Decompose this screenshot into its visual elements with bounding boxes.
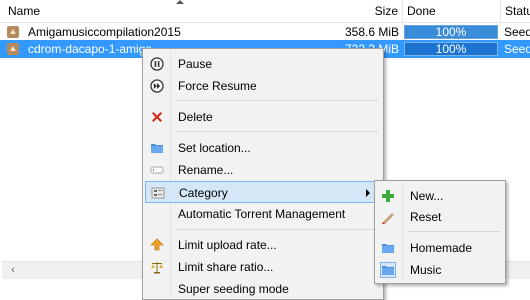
progress-bar: 100% [404, 42, 498, 56]
column-header-size[interactable]: Size [340, 0, 403, 22]
submenu-item-homemade[interactable]: Homemade [377, 237, 503, 259]
table-row[interactable]: Amigamusiccompilation2015 358.6 MiB 100%… [0, 23, 530, 41]
menu-separator [176, 100, 378, 101]
submenu-item-label: Reset [410, 210, 442, 224]
torrent-status: Seeding [504, 42, 530, 56]
menu-item-delete[interactable]: Delete [145, 106, 381, 128]
pause-icon [150, 57, 164, 71]
context-menu: Pause Force Resume Delete Set location..… [142, 48, 384, 300]
menu-item-label: Limit share ratio... [178, 260, 274, 274]
submenu-item-reset[interactable]: Reset [377, 206, 503, 228]
menu-item-auto-torrent-management[interactable]: Automatic Torrent Management [145, 203, 381, 225]
delete-icon [152, 112, 162, 122]
menu-separator [408, 231, 500, 232]
scroll-left-icon[interactable]: ‹ [6, 262, 20, 279]
table-header: Name Size Done Status [0, 0, 530, 23]
torrent-status: Seeding [504, 25, 530, 39]
submenu-arrow-icon [366, 189, 370, 197]
column-header-status[interactable]: Status [501, 0, 530, 22]
submenu-item-music[interactable]: Music [377, 259, 503, 281]
upload-limit-icon [150, 238, 164, 251]
reset-icon [382, 213, 394, 224]
force-resume-icon [150, 79, 164, 93]
menu-item-category[interactable]: Category [145, 181, 381, 203]
menu-item-pause[interactable]: Pause [145, 53, 381, 75]
menu-item-set-location[interactable]: Set location... [145, 137, 381, 159]
category-submenu: New... Reset Homemade Music [374, 180, 506, 284]
submenu-item-label: Music [410, 263, 442, 277]
ratio-limit-icon [151, 262, 163, 274]
menu-item-force-resume[interactable]: Force Resume [145, 75, 381, 97]
menu-item-label: Limit upload rate... [178, 238, 277, 252]
menu-item-label: Set location... [178, 141, 251, 155]
menu-item-limit-share-ratio[interactable]: Limit share ratio... [145, 256, 381, 278]
sort-ascending-icon [176, 0, 184, 4]
submenu-item-label: Homemade [410, 241, 473, 255]
seeding-icon [7, 43, 19, 55]
menu-separator [176, 131, 378, 132]
folder-icon [151, 144, 163, 153]
submenu-item-label: New... [410, 189, 444, 203]
folder-icon [380, 262, 396, 278]
menu-item-limit-upload-rate[interactable]: Limit upload rate... [145, 234, 381, 256]
folder-icon [382, 244, 394, 253]
column-header-done[interactable]: Done [403, 0, 501, 22]
menu-item-label: Force Resume [178, 79, 257, 93]
menu-item-rename[interactable]: Rename... [145, 159, 381, 181]
menu-separator [176, 229, 378, 230]
menu-item-label: Super seeding mode [178, 282, 289, 296]
menu-item-label: Rename... [178, 163, 234, 177]
menu-item-label: Automatic Torrent Management [178, 207, 346, 221]
torrent-size: 358.6 MiB [344, 25, 399, 39]
menu-item-label: Delete [178, 110, 213, 124]
category-icon [151, 187, 165, 199]
progress-bar: 100% [404, 25, 498, 39]
submenu-item-new[interactable]: New... [377, 185, 503, 207]
add-icon [382, 190, 394, 202]
torrent-name: Amigamusiccompilation2015 [28, 25, 181, 39]
rename-icon [150, 166, 164, 174]
seeding-icon [7, 26, 19, 38]
menu-item-label: Category [179, 186, 228, 200]
menu-item-label: Pause [178, 57, 213, 71]
menu-item-super-seeding[interactable]: Super seeding mode [145, 278, 381, 300]
